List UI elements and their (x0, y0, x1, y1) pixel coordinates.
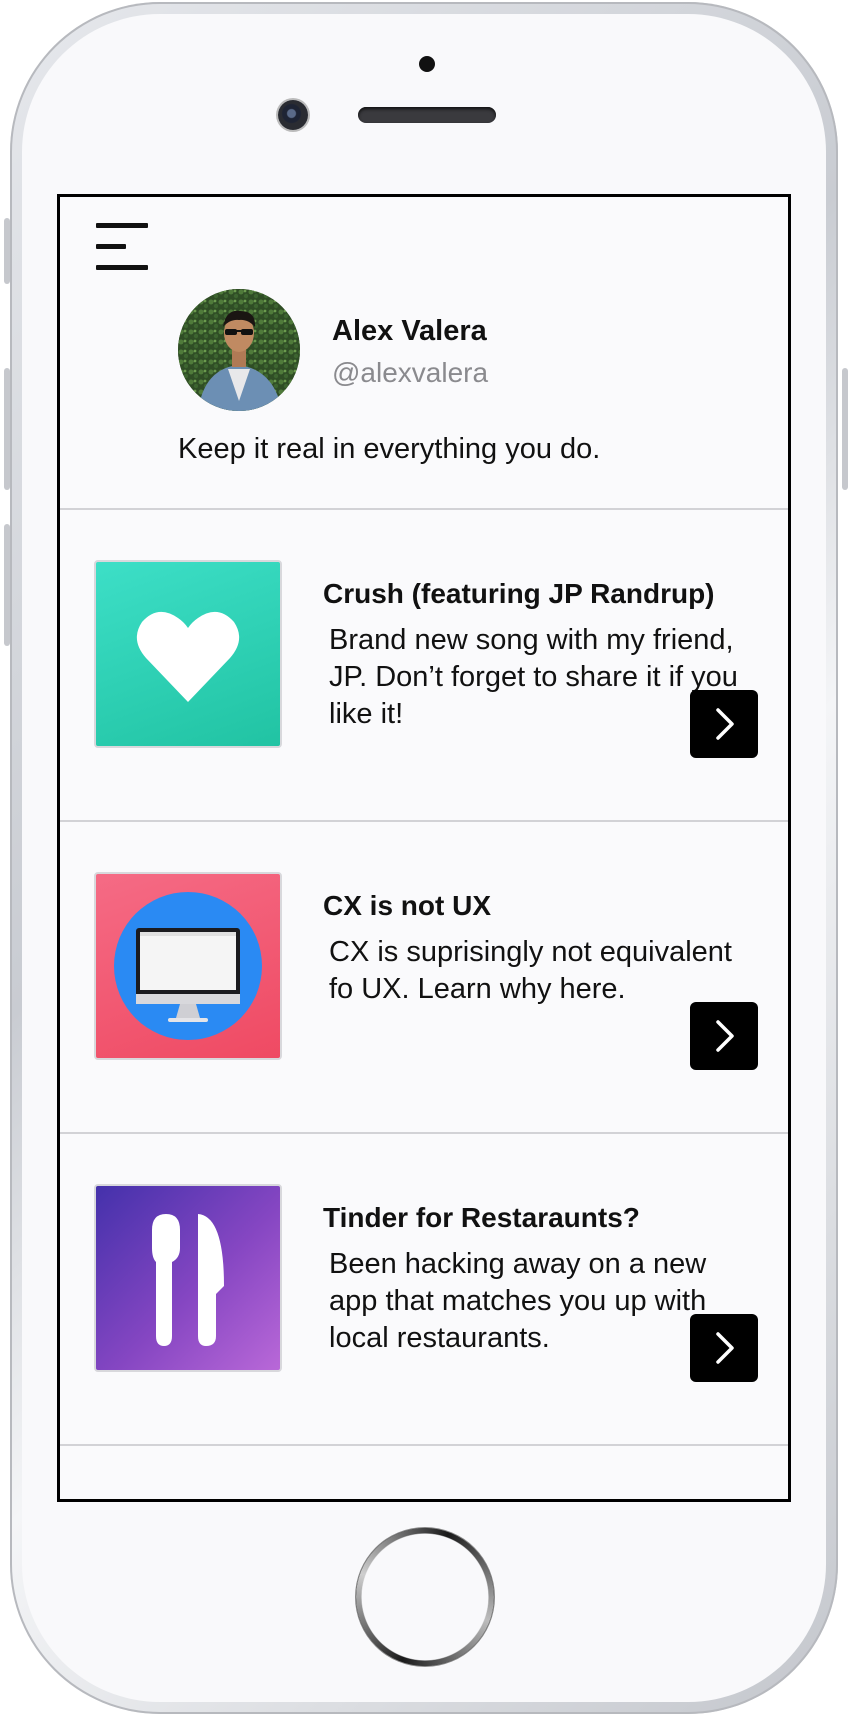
hamburger-menu-icon[interactable] (96, 223, 152, 273)
open-post-button[interactable] (690, 690, 758, 758)
post-thumbnail (94, 1184, 282, 1372)
divider (60, 1444, 788, 1446)
side-button-right (842, 368, 848, 490)
monitor-icon (114, 892, 262, 1040)
side-button-left-1 (4, 218, 10, 284)
post-title: Tinder for Restaraunts? (323, 1202, 640, 1233)
proximity-sensor (419, 56, 435, 72)
open-post-button[interactable] (690, 1002, 758, 1070)
profile-handle: @alexvalera (332, 357, 489, 388)
earpiece-speaker (358, 107, 496, 123)
chevron-right-icon (716, 708, 734, 740)
post-title: Crush (featuring JP Randrup) (323, 578, 715, 609)
front-camera (278, 100, 308, 130)
chevron-right-icon (716, 1020, 734, 1052)
side-button-left-3 (4, 524, 10, 646)
post-title: CX is not UX (323, 890, 492, 921)
post-card[interactable]: Crush (featuring JP Randrup) Brand new s… (60, 510, 788, 822)
post-thumbnail (94, 872, 282, 1060)
app-screen: Alex Valera @alexvalera Keep it real in … (57, 194, 791, 1502)
utensils-icon (152, 1214, 224, 1346)
profile-bio: Keep it real in everything you do. (178, 433, 601, 465)
post-card[interactable]: CX is not UX CX is suprisingly not equiv… (60, 822, 788, 1134)
open-post-button[interactable] (690, 1314, 758, 1382)
profile-name: Alex Valera (332, 315, 487, 347)
heart-icon (136, 611, 240, 702)
avatar (178, 289, 300, 411)
post-description: CX is suprisingly not equivalent fo UX. … (329, 936, 732, 1005)
home-button[interactable] (361, 1533, 489, 1661)
post-card[interactable]: Tinder for Restaraunts? Been hacking awa… (60, 1134, 788, 1446)
post-thumbnail (94, 560, 282, 748)
chevron-right-icon (716, 1332, 734, 1364)
side-button-left-2 (4, 368, 10, 490)
